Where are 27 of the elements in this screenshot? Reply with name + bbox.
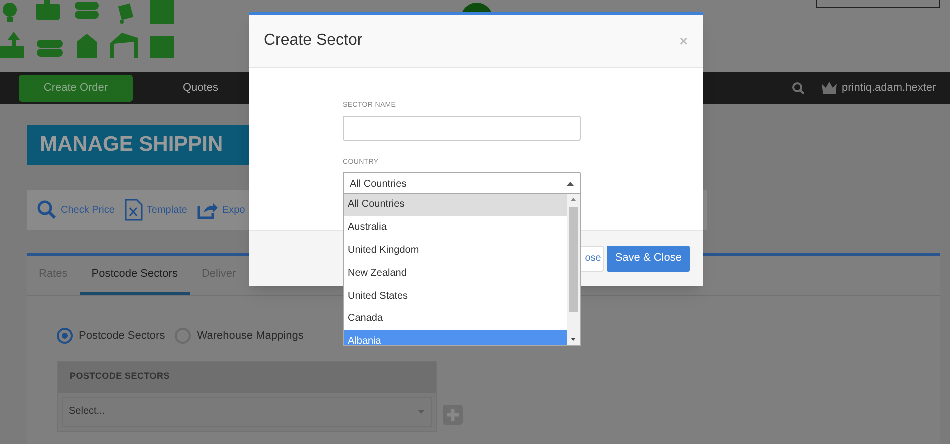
caret-icon	[418, 410, 425, 414]
nav-link[interactable]: Quotes	[183, 80, 218, 96]
select-field[interactable]: Select...	[62, 396, 432, 426]
input-field[interactable]	[343, 116, 581, 140]
select-placeholder: Select...	[69, 405, 106, 419]
save-button[interactable]: Save & Close	[607, 246, 690, 272]
dropdown-option[interactable]: Albania	[344, 330, 567, 344]
spreadsheet-file-icon	[124, 199, 143, 221]
scrollbar[interactable]	[567, 194, 580, 344]
radio-label[interactable]: Warehouse Mappings	[197, 328, 304, 344]
dialog-title: Create Sector	[264, 31, 363, 51]
toolbar-link[interactable]: Template	[124, 199, 188, 221]
crown-icon	[821, 82, 838, 94]
search-icon	[37, 200, 57, 220]
select-value: All Countries	[350, 178, 407, 192]
create-order-button[interactable]: Create Order	[19, 74, 133, 102]
dropdown-option[interactable]: All Countries	[344, 194, 567, 216]
caret-up-icon	[567, 182, 574, 186]
toolbar-link[interactable]: Check Price	[37, 200, 115, 220]
search-icon[interactable]	[792, 82, 805, 94]
table-header: POSTCODE SECTORS	[58, 362, 436, 392]
toolbar-link[interactable]: Expo	[197, 200, 246, 220]
username[interactable]: printiq.adam.hexter	[842, 80, 936, 96]
share-arrow-icon	[197, 200, 218, 220]
radio-label[interactable]: Postcode Sectors	[79, 328, 166, 344]
radio-button[interactable]	[57, 328, 73, 344]
add-button[interactable]	[443, 404, 463, 424]
